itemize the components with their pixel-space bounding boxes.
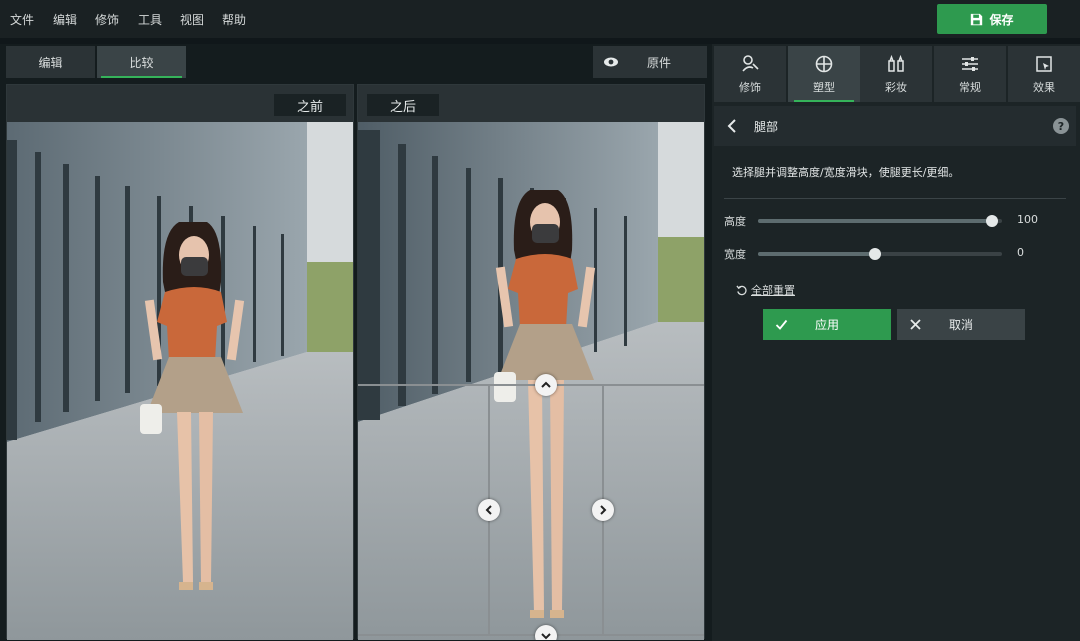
section-header: 腿部 ? (714, 106, 1076, 146)
before-label: 之前 (274, 94, 346, 116)
menu-tools[interactable]: 工具 (138, 11, 162, 28)
width-slider-fill (758, 252, 875, 256)
retouch-icon (742, 54, 759, 72)
after-photo-image (358, 122, 704, 640)
tool-tab-retouch-label: 修饰 (739, 80, 761, 94)
reset-all-label: 全部重置 (751, 284, 795, 297)
makeup-icon (888, 54, 904, 72)
handle-right-icon[interactable] (592, 499, 614, 521)
before-photo[interactable] (7, 122, 353, 640)
after-pane: 之后 (357, 84, 705, 640)
menu-edit[interactable]: 编辑 (53, 11, 77, 28)
cancel-button[interactable]: 取消 (897, 309, 1025, 340)
tab-compare[interactable]: 比较 (97, 46, 186, 78)
tools-panel: 修饰 塑型 彩妆 常规 效果 腿部 ? 选择腿并调整高度/宽度滑块，使腿更长/更… (712, 44, 1080, 641)
before-pane-header: 之前 (7, 85, 353, 122)
handle-down-icon[interactable] (535, 625, 557, 640)
menu-help[interactable]: 帮助 (222, 11, 246, 28)
tool-tab-effects-label: 效果 (1033, 80, 1055, 94)
section-description: 选择腿并调整高度/宽度滑块，使腿更长/更细。 (732, 166, 960, 179)
original-toggle-button[interactable]: 原件 (593, 46, 707, 78)
chevron-left-icon (485, 505, 492, 515)
after-pane-header: 之后 (358, 85, 704, 122)
menu-bar: 文件 编辑 修饰 工具 视图 帮助 保存 (0, 0, 1080, 38)
original-label: 原件 (647, 55, 672, 70)
tool-tab-effects[interactable]: 效果 (1008, 46, 1080, 102)
reset-icon (736, 285, 747, 295)
height-slider-thumb[interactable] (986, 215, 998, 227)
eye-icon (604, 57, 618, 67)
tool-tab-reshape[interactable]: 塑型 (788, 46, 860, 102)
floppy-disk-icon (971, 13, 983, 25)
sliders-icon (962, 56, 978, 71)
effects-icon (1036, 55, 1052, 72)
tool-tab-makeup-label: 彩妆 (885, 80, 907, 94)
chevron-up-icon (541, 381, 551, 388)
height-slider[interactable] (758, 215, 1002, 227)
canvas-area: 编辑 比较 原件 之前 之后 (0, 44, 710, 641)
help-icon[interactable]: ? (1053, 118, 1069, 134)
reshape-icon (815, 55, 833, 72)
menu-file[interactable]: 文件 (10, 11, 34, 28)
chevron-down-icon (541, 633, 551, 640)
tool-tab-general-label: 常规 (959, 80, 981, 94)
chevron-right-icon (600, 505, 607, 515)
cancel-label: 取消 (948, 318, 973, 332)
back-arrow-icon[interactable] (726, 119, 738, 133)
handle-up-icon[interactable] (535, 374, 557, 396)
after-label: 之后 (367, 94, 439, 116)
save-label: 保存 (989, 12, 1014, 27)
menu-view[interactable]: 视图 (180, 11, 204, 28)
save-button[interactable]: 保存 (937, 4, 1047, 34)
section-title: 腿部 (754, 119, 779, 134)
apply-label: 应用 (814, 318, 839, 332)
height-label: 高度 (724, 215, 746, 228)
height-value: 100 (1017, 213, 1038, 226)
reset-all-link[interactable]: 全部重置 (736, 282, 795, 298)
menu-retouch[interactable]: 修饰 (95, 11, 119, 28)
width-value: 0 (1017, 246, 1024, 259)
width-slider-thumb[interactable] (869, 248, 881, 260)
tool-tab-reshape-label: 塑型 (813, 80, 835, 94)
handle-left-icon[interactable] (478, 499, 500, 521)
tab-edit[interactable]: 编辑 (6, 46, 95, 78)
apply-button[interactable]: 应用 (763, 309, 891, 340)
width-slider[interactable] (758, 248, 1002, 260)
after-photo[interactable] (358, 122, 704, 640)
height-slider-fill (758, 219, 992, 223)
tool-tab-retouch[interactable]: 修饰 (714, 46, 786, 102)
before-photo-image (7, 122, 353, 640)
divider (724, 198, 1066, 199)
width-label: 宽度 (724, 248, 746, 261)
tool-tab-general[interactable]: 常规 (934, 46, 1006, 102)
tool-tab-makeup[interactable]: 彩妆 (860, 46, 932, 102)
before-pane: 之前 (6, 84, 354, 640)
